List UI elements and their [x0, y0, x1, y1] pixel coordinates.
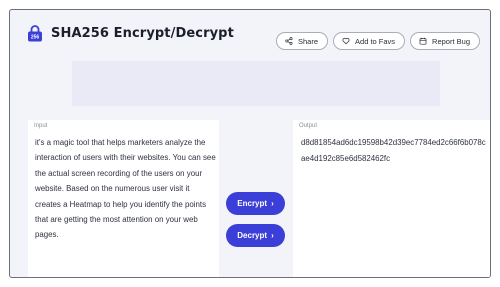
bug-icon	[419, 37, 427, 45]
output-textarea[interactable]: d8d81854ad6dc19598b42d39ec7784ed2c66f6b0…	[301, 135, 489, 166]
svg-text:256: 256	[31, 35, 40, 41]
encrypt-button[interactable]: Encrypt ›	[226, 192, 285, 215]
ad-banner-placeholder	[72, 61, 440, 106]
output-label: Output	[299, 123, 318, 129]
decrypt-button[interactable]: Decrypt ›	[226, 224, 285, 247]
report-bug-button[interactable]: Report Bug	[410, 32, 480, 50]
lock-logo-icon: 256	[28, 25, 42, 42]
input-label: Input	[34, 123, 48, 129]
heart-icon	[342, 37, 350, 45]
app-window: 256 SHA256 Encrypt/Decrypt Share Add to …	[9, 9, 491, 278]
header-actions: Share Add to Favs Report Bug	[276, 32, 480, 50]
output-panel: Output d8d81854ad6dc19598b42d39ec7784ed2…	[293, 120, 490, 277]
share-button[interactable]: Share	[276, 32, 329, 50]
chevron-right-icon: ›	[271, 231, 274, 240]
share-icon	[285, 37, 293, 45]
input-panel: Input it's a magic tool that helps marke…	[28, 120, 219, 277]
page-title: SHA256 Encrypt/Decrypt	[51, 25, 234, 41]
chevron-right-icon: ›	[271, 199, 274, 208]
input-textarea[interactable]: it's a magic tool that helps marketers a…	[35, 135, 217, 243]
add-to-favs-button[interactable]: Add to Favs	[333, 32, 406, 50]
